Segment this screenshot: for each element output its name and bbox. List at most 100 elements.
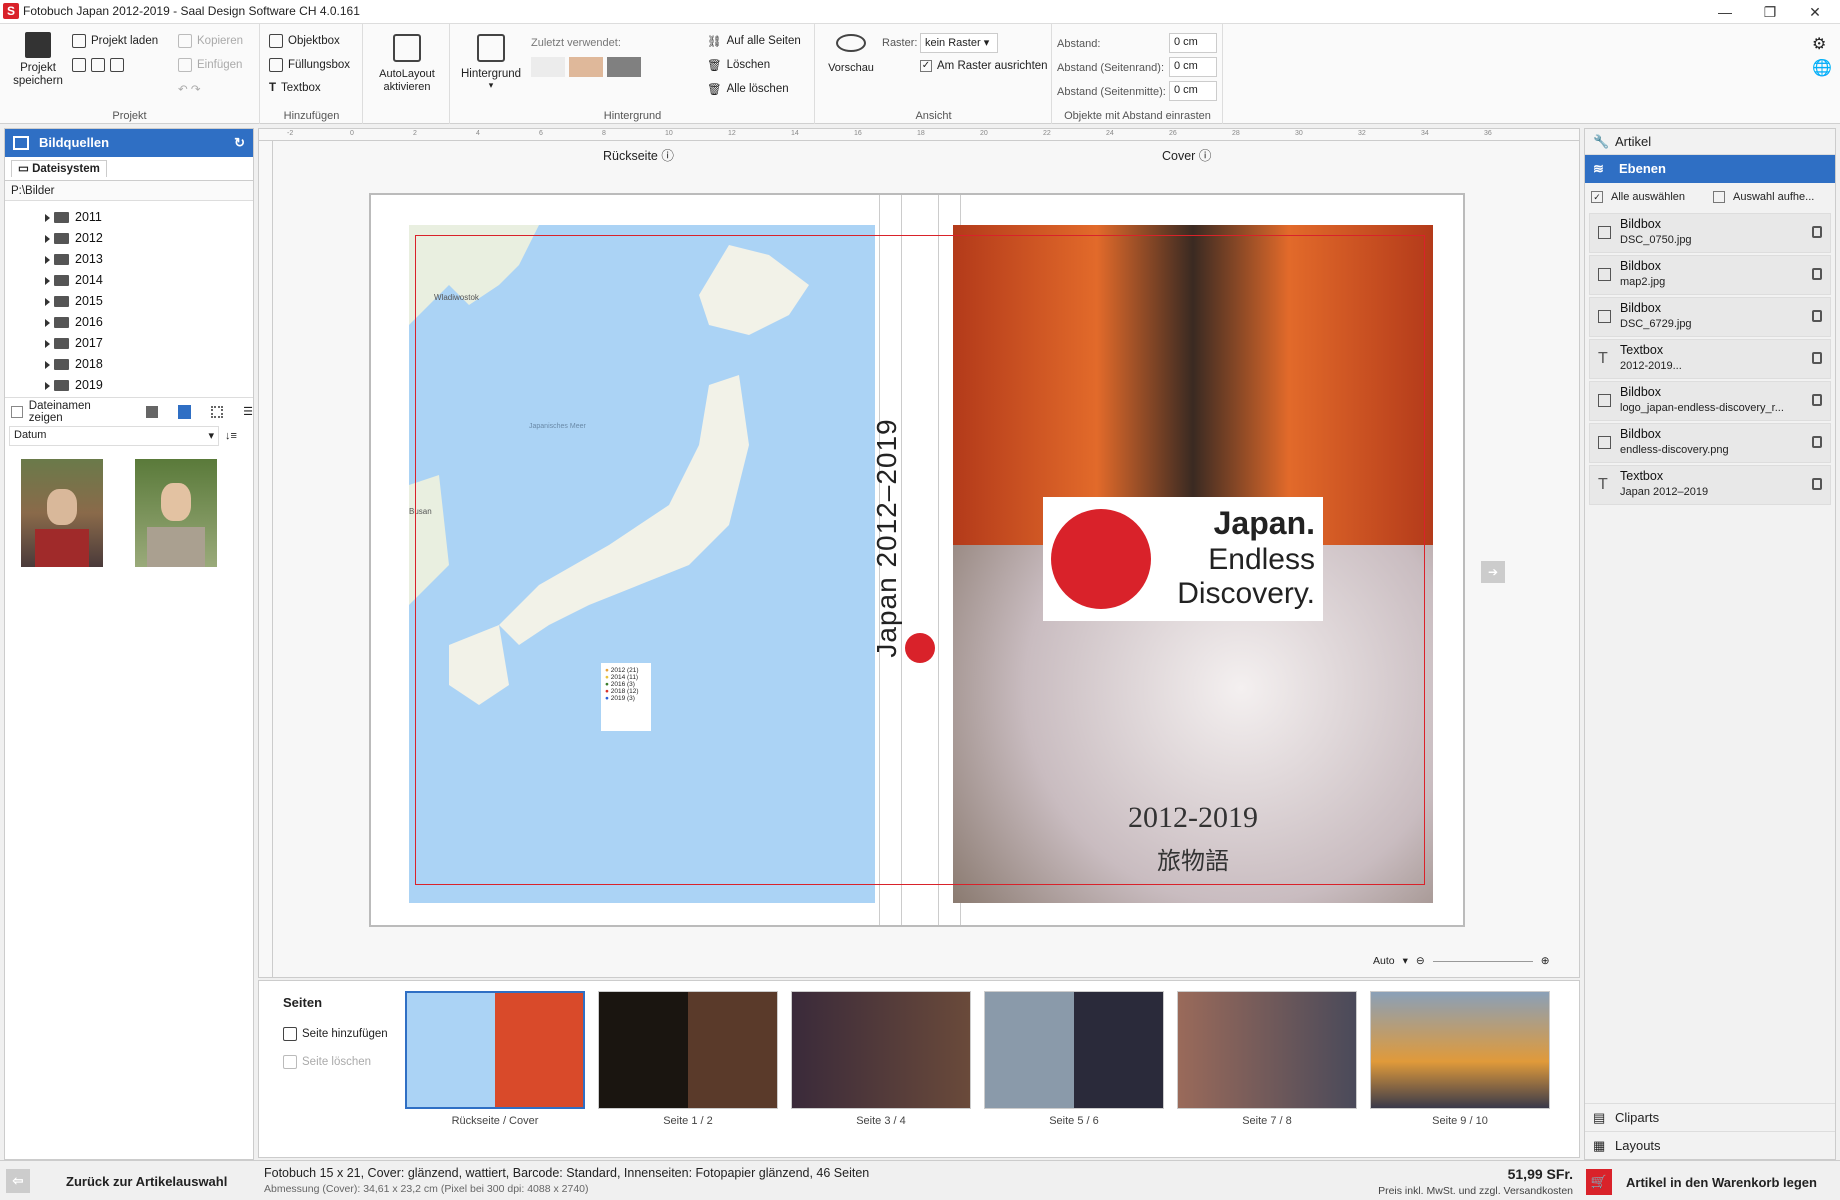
add-page-button[interactable]: Seite hinzufügen: [283, 1027, 388, 1041]
view-list-icon[interactable]: ☰: [243, 405, 253, 418]
lock-icon[interactable]: [1812, 478, 1822, 490]
layer-item[interactable]: T Textbox 2012-2019...: [1589, 339, 1831, 379]
layer-item[interactable]: Bildbox map2.jpg: [1589, 255, 1831, 295]
objektbox-button[interactable]: Objektbox: [269, 34, 340, 48]
textbox-button[interactable]: T Textbox: [269, 82, 321, 94]
layer-item[interactable]: Bildbox logo_japan-endless-discovery_r...: [1589, 381, 1831, 421]
folder-item[interactable]: 2014: [45, 270, 253, 291]
zoom-slider[interactable]: [1432, 960, 1533, 962]
zoom-select[interactable]: Auto: [1373, 955, 1395, 967]
view-large-icon[interactable]: [145, 405, 158, 418]
sort-direction-icon[interactable]: ↓≡: [225, 430, 237, 442]
spacing-center-input[interactable]: 0 cm: [1169, 81, 1217, 101]
folder-item[interactable]: 2018: [45, 354, 253, 375]
layer-item[interactable]: Bildbox DSC_6729.jpg: [1589, 297, 1831, 337]
background-swatch[interactable]: [569, 57, 603, 77]
expand-arrow-icon[interactable]: [45, 297, 50, 306]
zoom-in-icon[interactable]: ⊕: [1541, 955, 1550, 967]
fillbox-button[interactable]: Füllungsbox: [269, 58, 350, 72]
globe-icon[interactable]: 🌐: [1812, 58, 1832, 78]
page-thumbnail[interactable]: [1177, 991, 1357, 1109]
folder-item[interactable]: 2016: [45, 312, 253, 333]
close-button[interactable]: ✕: [1795, 2, 1835, 22]
expand-arrow-icon[interactable]: [45, 360, 50, 369]
folder-item[interactable]: 2017: [45, 333, 253, 354]
minimize-button[interactable]: —: [1705, 2, 1745, 22]
save-project-button[interactable]: Projekt speichern: [10, 32, 66, 88]
editor-canvas[interactable]: -2 0 2 4 6 8 10 12 14 16 18 20 22 24 26 28 30 32 34 36 Rück…: [258, 128, 1580, 978]
expand-arrow-icon[interactable]: [45, 318, 50, 327]
sort-select[interactable]: Datum ▾: [9, 426, 219, 446]
expand-arrow-icon[interactable]: [45, 255, 50, 264]
lock-icon[interactable]: [1812, 394, 1822, 406]
layouts-tab[interactable]: ▦ Layouts: [1585, 1131, 1835, 1159]
autolayout-button[interactable]: AutoLayout aktivieren: [372, 34, 442, 94]
spacing-edge-input[interactable]: 0 cm: [1169, 57, 1217, 77]
page-thumbnail[interactable]: [598, 991, 778, 1109]
paste-button[interactable]: Einfügen: [178, 58, 242, 72]
folder-item[interactable]: 2013: [45, 249, 253, 270]
copy-button[interactable]: Kopieren: [178, 34, 243, 48]
delete-background-button[interactable]: 🗑 Löschen: [707, 58, 770, 72]
layer-item[interactable]: T Textbox Japan 2012–2019: [1589, 465, 1831, 505]
undo-redo-buttons[interactable]: ↶ ↷: [178, 82, 200, 96]
lock-icon[interactable]: [1812, 352, 1822, 364]
select-all-checkbox[interactable]: ✓: [1591, 191, 1603, 203]
export-buttons[interactable]: [72, 58, 124, 72]
back-to-articles-button[interactable]: ⇦ Zurück zur Artikelauswahl: [6, 1167, 256, 1195]
background-swatch[interactable]: [607, 57, 641, 77]
delete-page-button[interactable]: Seite löschen: [283, 1055, 371, 1069]
restore-button[interactable]: ❐: [1750, 2, 1790, 22]
tab-filesystem[interactable]: ▭ Dateisystem: [11, 160, 107, 177]
folder-item[interactable]: 2012: [45, 228, 253, 249]
photo-thumbnail[interactable]: [135, 459, 217, 567]
lock-icon[interactable]: [1812, 436, 1822, 448]
view-medium-icon[interactable]: [177, 404, 192, 419]
layer-item[interactable]: Bildbox endless-discovery.png: [1589, 423, 1831, 463]
folder-icon: [54, 296, 69, 307]
preview-button[interactable]: Vorschau: [824, 34, 878, 74]
photo-thumbnail[interactable]: [21, 459, 103, 567]
page-thumbnail[interactable]: [791, 991, 971, 1109]
expand-arrow-icon[interactable]: [45, 276, 50, 285]
lock-icon[interactable]: [1812, 268, 1822, 280]
load-project-button[interactable]: Projekt laden: [72, 34, 158, 48]
layer-item[interactable]: Bildbox DSC_0750.jpg: [1589, 213, 1831, 253]
raster-select[interactable]: kein Raster ▾: [920, 33, 998, 53]
expand-arrow-icon[interactable]: [45, 234, 50, 243]
view-small-icon[interactable]: [211, 405, 224, 418]
horizontal-ruler: -2 0 2 4 6 8 10 12 14 16 18 20 22 24 26 28 30 32 34 36: [259, 129, 1579, 141]
folder-icon: [54, 233, 69, 244]
layers-tab[interactable]: ≋ Ebenen: [1585, 155, 1835, 183]
snap-to-grid-checkbox[interactable]: ✓ Am Raster ausrichten: [920, 60, 1048, 72]
folder-item[interactable]: 2015: [45, 291, 253, 312]
refresh-icon[interactable]: ↻: [234, 129, 245, 157]
background-button[interactable]: Hintergrund ▾: [459, 34, 523, 91]
expand-arrow-icon[interactable]: [45, 339, 50, 348]
lock-icon[interactable]: [1812, 226, 1822, 238]
zoom-out-icon[interactable]: ⊖: [1416, 955, 1425, 967]
folder-item[interactable]: 2011: [45, 207, 253, 228]
images-icon: [13, 136, 29, 150]
cliparts-tab[interactable]: ▤ Cliparts: [1585, 1103, 1835, 1131]
apply-all-pages-button[interactable]: ⛓ Auf alle Seiten: [707, 34, 801, 48]
settings-gear-icon[interactable]: ⚙: [1812, 34, 1826, 54]
lock-icon[interactable]: [1812, 310, 1822, 322]
folder-item[interactable]: 2019: [45, 375, 253, 396]
current-path[interactable]: P:\Bilder: [5, 181, 253, 201]
layer-selection-row: ✓ Alle auswählen Auswahl aufhe...: [1585, 183, 1835, 211]
page-thumbnail[interactable]: [405, 991, 585, 1109]
deselect-checkbox[interactable]: [1713, 191, 1725, 203]
add-to-cart-button[interactable]: 🛒 Artikel in den Warenkorb legen: [1586, 1167, 1836, 1197]
spacing-input[interactable]: 0 cm: [1169, 33, 1217, 53]
delete-all-background-button[interactable]: 🗑 Alle löschen: [707, 82, 789, 96]
artikel-tab[interactable]: 🔧 Artikel: [1585, 129, 1835, 155]
show-names-checkbox[interactable]: [11, 405, 23, 418]
page-thumbnail[interactable]: [1370, 991, 1550, 1109]
page-spread[interactable]: ● 2012 (21) ● 2014 (11) ● 2016 (3) ● 2018 (…: [369, 193, 1465, 927]
background-swatch[interactable]: [531, 57, 565, 77]
next-page-arrow-icon[interactable]: ➔: [1481, 561, 1505, 583]
page-thumbnail[interactable]: [984, 991, 1164, 1109]
expand-arrow-icon[interactable]: [45, 381, 50, 390]
expand-arrow-icon[interactable]: [45, 213, 50, 222]
